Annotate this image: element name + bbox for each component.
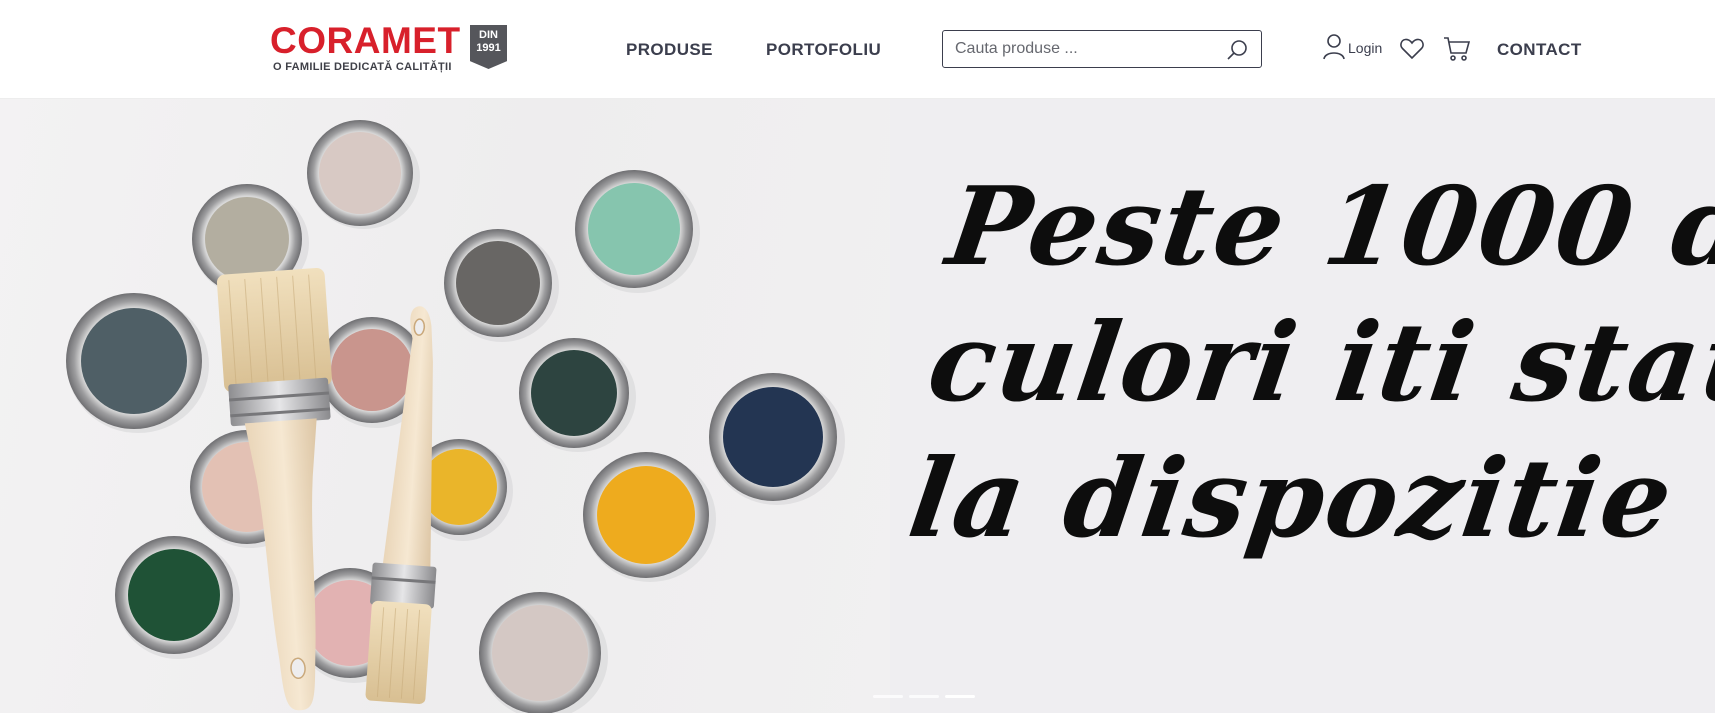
nav-produse[interactable]: PRODUSE [626,40,713,60]
cart-icon[interactable] [1443,36,1471,62]
site-header: CORAMET DIN 1991 O FAMILIE DEDICATĂ CALI… [0,0,1715,99]
logo[interactable]: CORAMET DIN 1991 O FAMILIE DEDICATĂ CALI… [270,22,510,78]
slider-pagination [873,695,975,698]
slider-dot[interactable] [873,695,903,698]
slider-dot-active[interactable] [945,695,975,698]
logo-badge-year: 1991 [476,42,501,54]
logo-badge-din: DIN [479,29,498,41]
nav-portofoliu[interactable]: PORTOFOLIU [766,40,881,60]
paint-can [307,120,420,229]
search-box [942,30,1262,68]
hero-slider: Peste 1000 de culori iti stau la dispozi… [0,99,1715,713]
paint-can [575,170,700,293]
logo-wordmark: CORAMET [270,20,461,61]
login-link[interactable]: Login [1322,33,1382,63]
logo-tagline: O FAMILIE DEDICATĂ CALITĂȚII [273,61,452,73]
nav-contact[interactable]: CONTACT [1497,40,1582,60]
user-icon [1322,32,1346,65]
paint-can [519,338,636,452]
search-input[interactable] [955,31,1215,67]
paint-can [709,373,845,505]
search-icon[interactable] [1225,38,1249,62]
slider-dot[interactable] [909,695,939,698]
paint-can [444,229,559,342]
hero-headline-line: Peste 1000 de [940,164,1715,290]
paint-can [583,452,716,582]
paint-can [479,592,608,713]
hero-headline-line: culori iti stau [921,300,1715,426]
hero-image-paint-cans [0,99,890,713]
paint-can [115,536,240,659]
logo-badge: DIN 1991 [470,25,507,69]
heart-icon[interactable] [1399,37,1425,61]
hero-headline: Peste 1000 de culori iti stau la dispozi… [901,159,1715,567]
login-label: Login [1348,40,1383,56]
paint-can [66,293,209,433]
hero-headline-line: la dispozitie [902,436,1682,562]
